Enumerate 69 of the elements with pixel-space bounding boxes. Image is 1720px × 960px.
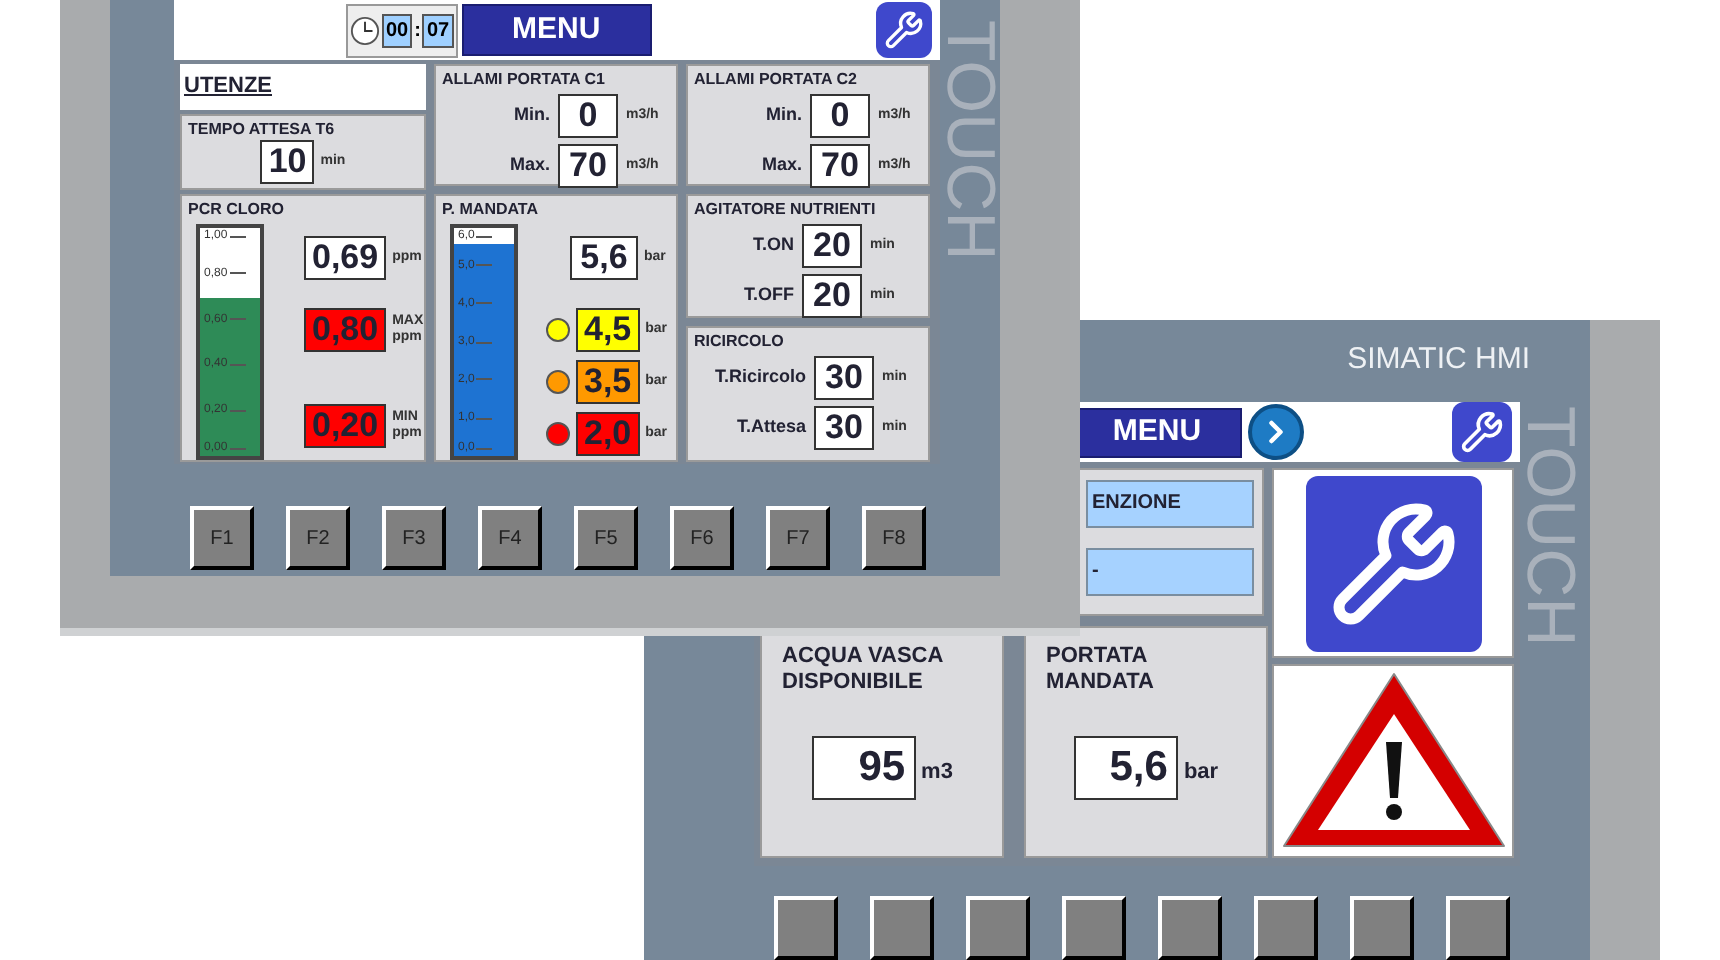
function-key[interactable] [1254,896,1318,960]
status-field: ENZIONE [1086,480,1254,528]
value-display: 10 [260,140,315,184]
wrench-icon[interactable] [1452,402,1512,462]
warning-icon [1279,669,1507,853]
function-key[interactable]: F8 [862,506,926,570]
function-key[interactable] [1158,896,1222,960]
card-title: TEMPO ATTESA T6 [188,120,337,140]
card-title: ACQUA VASCA DISPONIBILE [782,644,945,696]
next-button[interactable] [1248,404,1304,460]
card-title: AGITATORE NUTRIENTI [694,200,878,220]
value-display: 0,80 [304,308,387,352]
card-title: PORTATA MANDATA [1046,644,1156,696]
value-display: 30 [814,406,874,450]
function-key[interactable]: F4 [478,506,542,570]
field-label: Min. [512,102,550,129]
card-title: RICIRCOLO [694,332,786,352]
timer-minutes: 07 [422,13,454,47]
function-key[interactable]: F2 [286,506,350,570]
status-field: - [1086,548,1254,596]
value-display: 5,6 [570,236,638,280]
field-label: Min. [764,102,802,129]
field-label: Max. [507,152,550,179]
icon-tile[interactable] [1272,468,1514,658]
value-display: 3,5 [576,360,640,404]
field-label: T.OFF [742,282,794,309]
value-display: 20 [802,274,862,318]
function-key[interactable]: F3 [382,506,446,570]
card-title: P. MANDATA [442,200,538,220]
value-display: 2,0 [576,412,640,456]
value-display: 95 [811,736,916,800]
unit-label: bar [1183,757,1219,787]
function-key[interactable]: F6 [670,506,734,570]
function-key[interactable]: F1 [190,506,254,570]
value-display: 5,6 [1073,736,1178,800]
function-key[interactable]: F7 [766,506,830,570]
timer-hours: 00 [382,13,413,47]
function-key[interactable] [774,896,838,960]
wrench-icon[interactable] [1305,475,1481,651]
clock-icon [350,15,380,45]
value-display: 0,69 [304,236,387,280]
value-display: 0,20 [304,404,387,448]
icon-tile[interactable] [1272,664,1514,858]
unit-label: m3 [921,757,953,787]
menu-button[interactable]: MENU [461,4,652,56]
value-display: 70 [558,144,618,188]
field-label: T.Ricircolo [712,364,806,391]
function-key[interactable] [966,896,1030,960]
function-key[interactable] [1062,896,1126,960]
value-display: 20 [802,224,862,268]
value-display: 0 [810,94,870,138]
timer-separator: : [414,17,421,45]
card-title: ALLAMI PORTATA C1 [442,70,607,90]
value-display: 30 [814,356,874,400]
function-key[interactable] [1446,896,1510,960]
function-key[interactable] [870,896,934,960]
value-display: 0 [558,94,618,138]
card-title: ALLAMI PORTATA C2 [694,70,859,90]
card-title: PCR CLORO [188,200,284,220]
brand-label: SIMATIC HMI [1347,340,1530,381]
value-display: 70 [810,144,870,188]
field-label: Max. [759,152,802,179]
section-title: UTENZE [180,64,426,110]
field-label: T.ON [750,232,794,259]
function-key[interactable] [1350,896,1414,960]
wrench-icon[interactable] [876,2,932,58]
value-display: 4,5 [576,308,640,352]
field-label: T.Attesa [734,414,806,441]
function-key[interactable]: F5 [574,506,638,570]
